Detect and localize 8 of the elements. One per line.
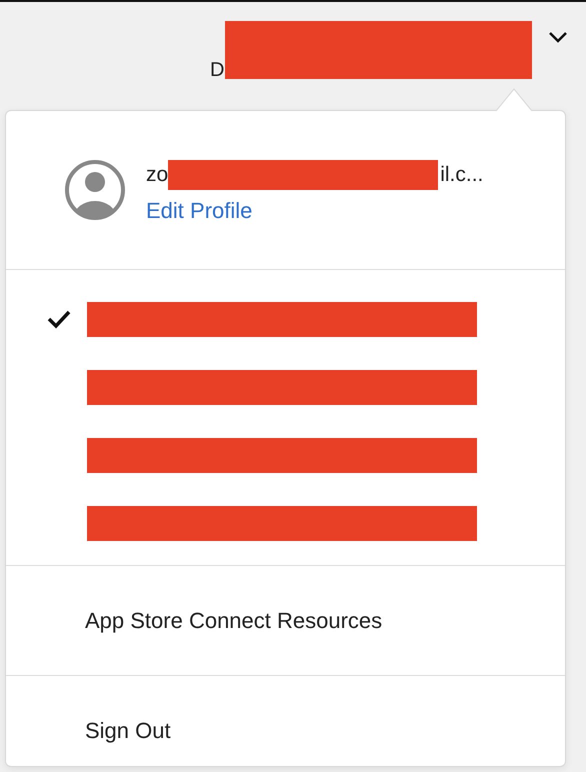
chevron-down-icon[interactable] [548, 30, 568, 44]
menu-item[interactable]: App Store Connect Resources [6, 566, 565, 676]
avatar-icon [64, 159, 126, 221]
email-text: il.c... [440, 163, 484, 187]
email-text: zo [146, 163, 168, 187]
edit-profile-link[interactable]: Edit Profile [146, 198, 484, 224]
menu-item[interactable]: Sign Out [6, 676, 565, 772]
account-name: D [210, 59, 224, 81]
